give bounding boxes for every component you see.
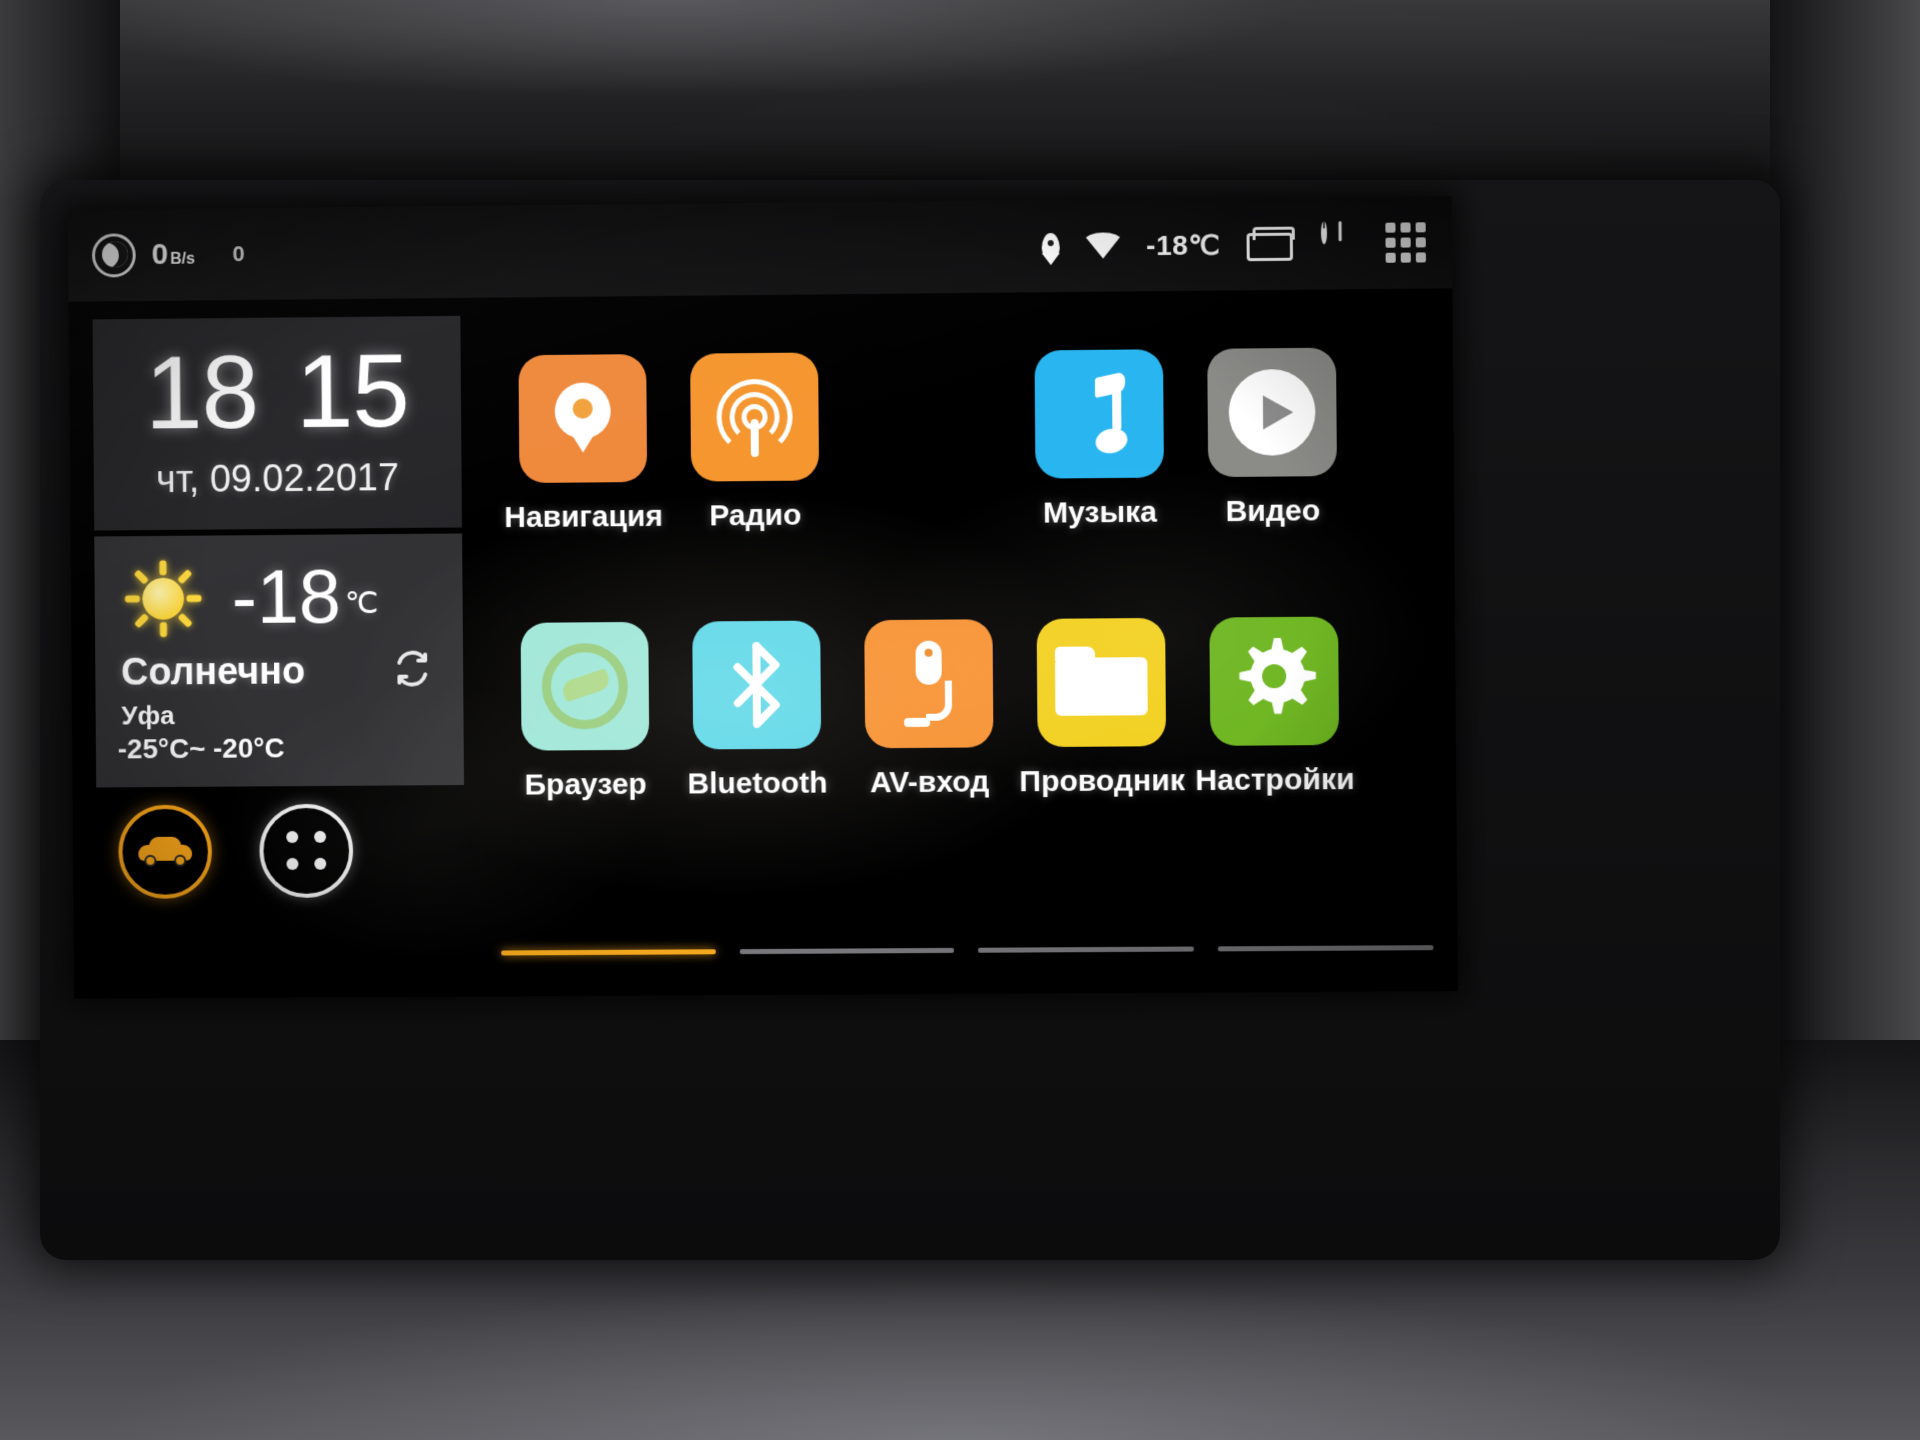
app-browser-tile[interactable] [520, 621, 650, 751]
status-temperature: -18℃ [1146, 228, 1221, 261]
app-navigation-tile[interactable] [518, 354, 648, 484]
weather-range: -25°C~ -20°C [117, 732, 285, 765]
quick-button-row [96, 803, 465, 899]
app-av-input-label: AV-вход [869, 765, 990, 800]
clock-widget[interactable]: 18 15 чт, 09.02.2017 [92, 315, 463, 531]
page-dot-1[interactable] [501, 949, 716, 956]
network-count: 0 [232, 241, 245, 267]
app-music-label: Музыка [1042, 495, 1158, 530]
status-bar-right-group: -18℃ [1041, 222, 1453, 266]
app-settings-label: Настройки [1195, 762, 1355, 798]
page-dot-3[interactable] [978, 946, 1194, 953]
status-bar-left-group: 0 B/s 0 [68, 232, 245, 278]
clock-hours: 18 [144, 334, 259, 452]
app-video-tile[interactable] [1207, 347, 1337, 478]
browser-compass-icon [541, 643, 629, 730]
app-file-manager-label: Проводник [1019, 764, 1186, 799]
weather-degree-unit: ℃ [344, 586, 379, 621]
status-bar: 0 B/s 0 -18℃ [67, 195, 1453, 302]
app-bluetooth-tile[interactable] [692, 620, 822, 750]
folder-icon [1054, 646, 1148, 719]
page-dot-2[interactable] [739, 947, 954, 955]
network-rate-unit: B/s [170, 250, 195, 268]
all-apps-button[interactable] [259, 803, 354, 898]
left-widget-column: 18 15 чт, 09.02.2017 -18 ℃ Солнечно Уфа … [92, 315, 465, 899]
page-dot-4[interactable] [1217, 945, 1434, 952]
weather-top-row: -18 ℃ [112, 553, 445, 641]
app-browser[interactable]: Браузер [499, 621, 672, 803]
network-rate: 0 B/s [151, 238, 195, 272]
app-music-tile[interactable] [1034, 349, 1164, 479]
power-icon[interactable] [1321, 224, 1360, 263]
app-av-input[interactable]: AV-вход [842, 619, 1016, 800]
app-radio-tile[interactable] [690, 352, 820, 482]
app-video[interactable]: Видео [1185, 347, 1359, 529]
app-settings[interactable]: Настройки [1187, 616, 1361, 798]
weather-temperature: -18 [231, 554, 342, 640]
weather-widget[interactable]: -18 ℃ Солнечно Уфа -25°C~ -20°C [94, 533, 465, 788]
app-bluetooth-label: Bluetooth [687, 766, 828, 801]
app-row-1: Навигация Радио Музыка Видео [497, 347, 1431, 535]
app-row-2: Браузер Bluetooth AV-вход Проводник Наст… [499, 616, 1433, 803]
av-input-icon [895, 640, 962, 727]
app-navigation[interactable]: Навигация [497, 354, 670, 535]
recents-icon[interactable] [1246, 227, 1295, 262]
car-icon [138, 836, 193, 867]
app-video-label: Видео [1225, 494, 1321, 529]
gear-icon [1231, 637, 1318, 725]
head-unit-screen[interactable]: 0 B/s 0 -18℃ 18 15 чт, 09.02.2017 -18 ℃ … [67, 195, 1458, 999]
refresh-icon[interactable] [391, 647, 433, 689]
weather-temperature-group: -18 ℃ [231, 554, 379, 640]
app-radio-label: Радио [709, 498, 802, 533]
moon-icon[interactable] [91, 233, 136, 278]
location-pin-icon [1041, 232, 1060, 260]
weather-city: Уфа [121, 700, 175, 731]
app-file-manager-tile[interactable] [1036, 617, 1167, 748]
navigation-pin-icon [555, 382, 611, 454]
bluetooth-icon [727, 642, 786, 729]
app-music[interactable]: Музыка [1012, 349, 1186, 531]
app-navigation-label: Навигация [504, 499, 663, 535]
car-settings-button[interactable] [118, 804, 213, 899]
sun-icon [120, 555, 206, 641]
app-settings-tile[interactable] [1209, 616, 1340, 746]
app-grid-icon[interactable] [1385, 222, 1426, 263]
clock-time: 18 15 [93, 333, 462, 452]
clock-date: чт, 09.02.2017 [156, 456, 400, 501]
app-empty-slot-label [840, 369, 1012, 371]
wifi-icon[interactable] [1086, 232, 1120, 258]
app-av-input-tile[interactable] [864, 619, 994, 749]
video-play-icon [1228, 368, 1316, 456]
app-grid: Навигация Радио Музыка Видео Браузер Blu… [497, 347, 1433, 803]
clock-minutes: 15 [295, 333, 410, 451]
apps-dots-icon [282, 828, 330, 874]
app-file-manager[interactable]: Проводник [1015, 617, 1189, 800]
app-browser-label: Браузер [524, 767, 647, 802]
network-rate-value: 0 [151, 237, 169, 271]
app-empty-slot [840, 351, 1012, 371]
music-note-icon [1063, 371, 1136, 457]
page-indicator[interactable] [501, 945, 1434, 956]
radio-waves-icon [712, 375, 797, 460]
app-radio[interactable]: Радио [668, 352, 841, 534]
dashboard-upper-surround [0, 0, 1920, 210]
app-bluetooth[interactable]: Bluetooth [670, 620, 843, 801]
